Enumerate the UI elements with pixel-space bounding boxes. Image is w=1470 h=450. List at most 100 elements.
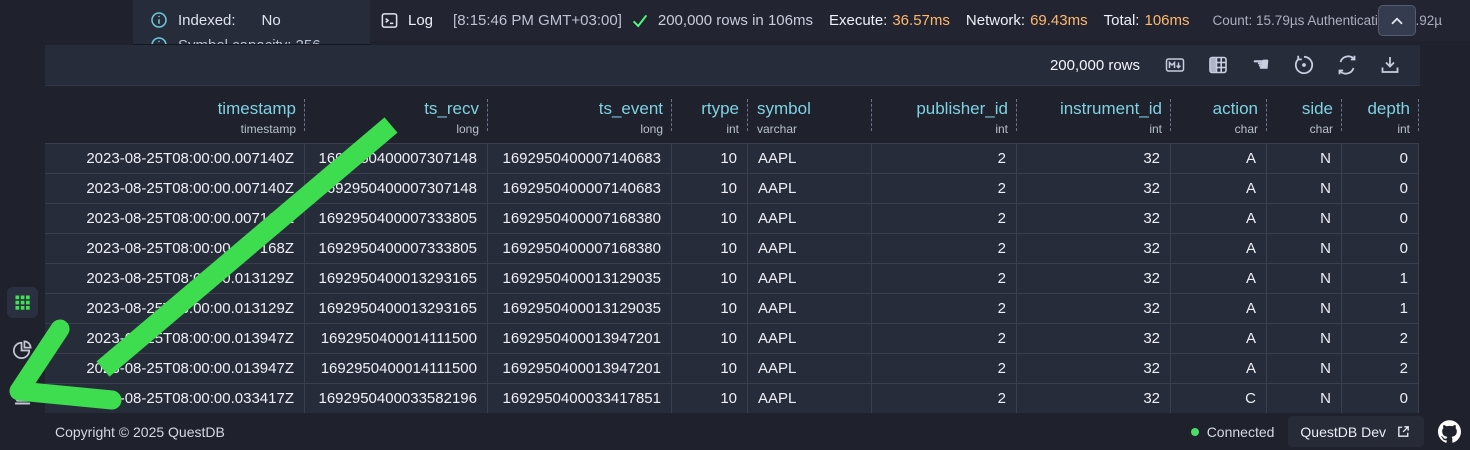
column-header-instrument_id[interactable]: instrument_idint — [1017, 86, 1171, 143]
cell-side[interactable]: N — [1267, 354, 1342, 383]
cell-rtype[interactable]: 10 — [672, 174, 748, 203]
github-icon[interactable] — [1438, 420, 1461, 443]
column-header-publisher_id[interactable]: publisher_idint — [872, 86, 1017, 143]
cell-symbol[interactable]: AAPL — [748, 174, 872, 203]
cell-symbol[interactable]: AAPL — [748, 264, 872, 293]
pointer-hand-icon[interactable]: ☚ — [1250, 54, 1272, 76]
column-header-symbol[interactable]: symbolvarchar — [748, 86, 872, 143]
cell-publisher_id[interactable]: 2 — [872, 324, 1017, 353]
refresh-icon[interactable] — [1336, 54, 1358, 76]
cell-ts_event[interactable]: 1692950400007168380 — [488, 204, 672, 233]
cell-action[interactable]: A — [1171, 234, 1267, 263]
cell-ts_recv[interactable]: 1692950400014111500 — [305, 324, 488, 353]
cell-symbol[interactable]: AAPL — [748, 324, 872, 353]
column-header-depth[interactable]: depthint — [1342, 86, 1419, 143]
download-csv-icon[interactable] — [1379, 54, 1401, 76]
cell-side[interactable]: N — [1267, 264, 1342, 293]
cell-depth[interactable]: 2 — [1342, 324, 1419, 353]
cell-action[interactable]: A — [1171, 264, 1267, 293]
cell-instrument_id[interactable]: 32 — [1017, 174, 1171, 203]
cell-rtype[interactable]: 10 — [672, 204, 748, 233]
cell-rtype[interactable]: 10 — [672, 324, 748, 353]
cell-instrument_id[interactable]: 32 — [1017, 354, 1171, 383]
cell-timestamp[interactable]: 2023-08-25T08:00:00.013947Z — [45, 354, 305, 383]
cell-depth[interactable]: 0 — [1342, 234, 1419, 263]
cell-action[interactable]: A — [1171, 204, 1267, 233]
cell-instrument_id[interactable]: 32 — [1017, 264, 1171, 293]
cell-instrument_id[interactable]: 32 — [1017, 204, 1171, 233]
cell-ts_recv[interactable]: 1692950400013293165 — [305, 264, 488, 293]
cell-publisher_id[interactable]: 2 — [872, 294, 1017, 323]
cell-ts_recv[interactable]: 1692950400013293165 — [305, 294, 488, 323]
cell-ts_recv[interactable]: 1692950400007307148 — [305, 174, 488, 203]
cell-instrument_id[interactable]: 32 — [1017, 384, 1171, 413]
cell-symbol[interactable]: AAPL — [748, 354, 872, 383]
cell-ts_event[interactable]: 1692950400007140683 — [488, 144, 672, 173]
cell-ts_recv[interactable]: 1692950400014111500 — [305, 354, 488, 383]
cell-timestamp[interactable]: 2023-08-25T08:00:00.013129Z — [45, 294, 305, 323]
cell-rtype[interactable]: 10 — [672, 294, 748, 323]
column-header-timestamp[interactable]: timestamptimestamp — [45, 86, 305, 143]
sidebar-item-import[interactable] — [7, 381, 38, 412]
cell-publisher_id[interactable]: 2 — [872, 204, 1017, 233]
column-header-ts_event[interactable]: ts_eventlong — [488, 86, 672, 143]
cell-ts_event[interactable]: 1692950400013947201 — [488, 354, 672, 383]
cell-symbol[interactable]: AAPL — [748, 144, 872, 173]
info-icon[interactable] — [150, 36, 168, 45]
cell-publisher_id[interactable]: 2 — [872, 354, 1017, 383]
cell-publisher_id[interactable]: 2 — [872, 384, 1017, 413]
cell-rtype[interactable]: 10 — [672, 264, 748, 293]
cell-action[interactable]: C — [1171, 384, 1267, 413]
collapse-panel-button[interactable] — [1378, 5, 1416, 36]
column-header-side[interactable]: sidechar — [1267, 86, 1342, 143]
cell-publisher_id[interactable]: 2 — [872, 174, 1017, 203]
cell-timestamp[interactable]: 2023-08-25T08:00:00.013129Z — [45, 264, 305, 293]
cell-instrument_id[interactable]: 32 — [1017, 324, 1171, 353]
cell-instrument_id[interactable]: 32 — [1017, 144, 1171, 173]
cell-depth[interactable]: 1 — [1342, 294, 1419, 323]
cell-action[interactable]: A — [1171, 354, 1267, 383]
cell-ts_event[interactable]: 1692950400013129035 — [488, 264, 672, 293]
cell-timestamp[interactable]: 2023-08-25T08:00:00.007140Z — [45, 174, 305, 203]
cell-ts_event[interactable]: 1692950400013129035 — [488, 294, 672, 323]
cell-side[interactable]: N — [1267, 234, 1342, 263]
cell-symbol[interactable]: AAPL — [748, 204, 872, 233]
cell-action[interactable]: A — [1171, 174, 1267, 203]
cell-side[interactable]: N — [1267, 144, 1342, 173]
cell-ts_recv[interactable]: 1692950400007333805 — [305, 204, 488, 233]
cell-ts_recv[interactable]: 1692950400007307148 — [305, 144, 488, 173]
cell-timestamp[interactable]: 2023-08-25T08:00:00.007168Z — [45, 204, 305, 233]
cell-side[interactable]: N — [1267, 294, 1342, 323]
columns-icon[interactable] — [1207, 54, 1229, 76]
cell-side[interactable]: N — [1267, 324, 1342, 353]
cell-symbol[interactable]: AAPL — [748, 234, 872, 263]
log-tab[interactable]: Log — [408, 12, 433, 29]
column-header-action[interactable]: actionchar — [1171, 86, 1267, 143]
sidebar-item-grid[interactable] — [7, 287, 38, 318]
cell-depth[interactable]: 1 — [1342, 264, 1419, 293]
cell-publisher_id[interactable]: 2 — [872, 144, 1017, 173]
cell-action[interactable]: A — [1171, 324, 1267, 353]
cell-ts_event[interactable]: 1692950400013947201 — [488, 324, 672, 353]
markdown-export-icon[interactable] — [1164, 54, 1186, 76]
sidebar-item-chart[interactable] — [7, 334, 38, 365]
cell-rtype[interactable]: 10 — [672, 234, 748, 263]
column-header-rtype[interactable]: rtypeint — [672, 86, 748, 143]
cell-ts_event[interactable]: 1692950400007140683 — [488, 174, 672, 203]
cell-ts_recv[interactable]: 1692950400033582196 — [305, 384, 488, 413]
cell-ts_event[interactable]: 1692950400033417851 — [488, 384, 672, 413]
cell-depth[interactable]: 0 — [1342, 144, 1419, 173]
cell-rtype[interactable]: 10 — [672, 354, 748, 383]
cell-ts_event[interactable]: 1692950400007168380 — [488, 234, 672, 263]
cell-depth[interactable]: 0 — [1342, 174, 1419, 203]
instance-button[interactable]: QuestDB Dev — [1288, 416, 1424, 447]
cell-symbol[interactable]: AAPL — [748, 294, 872, 323]
cell-timestamp[interactable]: 2023-08-25T08:00:00.007168Z — [45, 234, 305, 263]
cell-timestamp[interactable]: 2023-08-25T08:00:00.013947Z — [45, 324, 305, 353]
cell-depth[interactable]: 2 — [1342, 354, 1419, 383]
cell-instrument_id[interactable]: 32 — [1017, 294, 1171, 323]
cell-timestamp[interactable]: 2023-08-25T08:00:00.033417Z — [45, 384, 305, 413]
history-icon[interactable] — [1293, 54, 1315, 76]
cell-publisher_id[interactable]: 2 — [872, 234, 1017, 263]
cell-depth[interactable]: 0 — [1342, 204, 1419, 233]
